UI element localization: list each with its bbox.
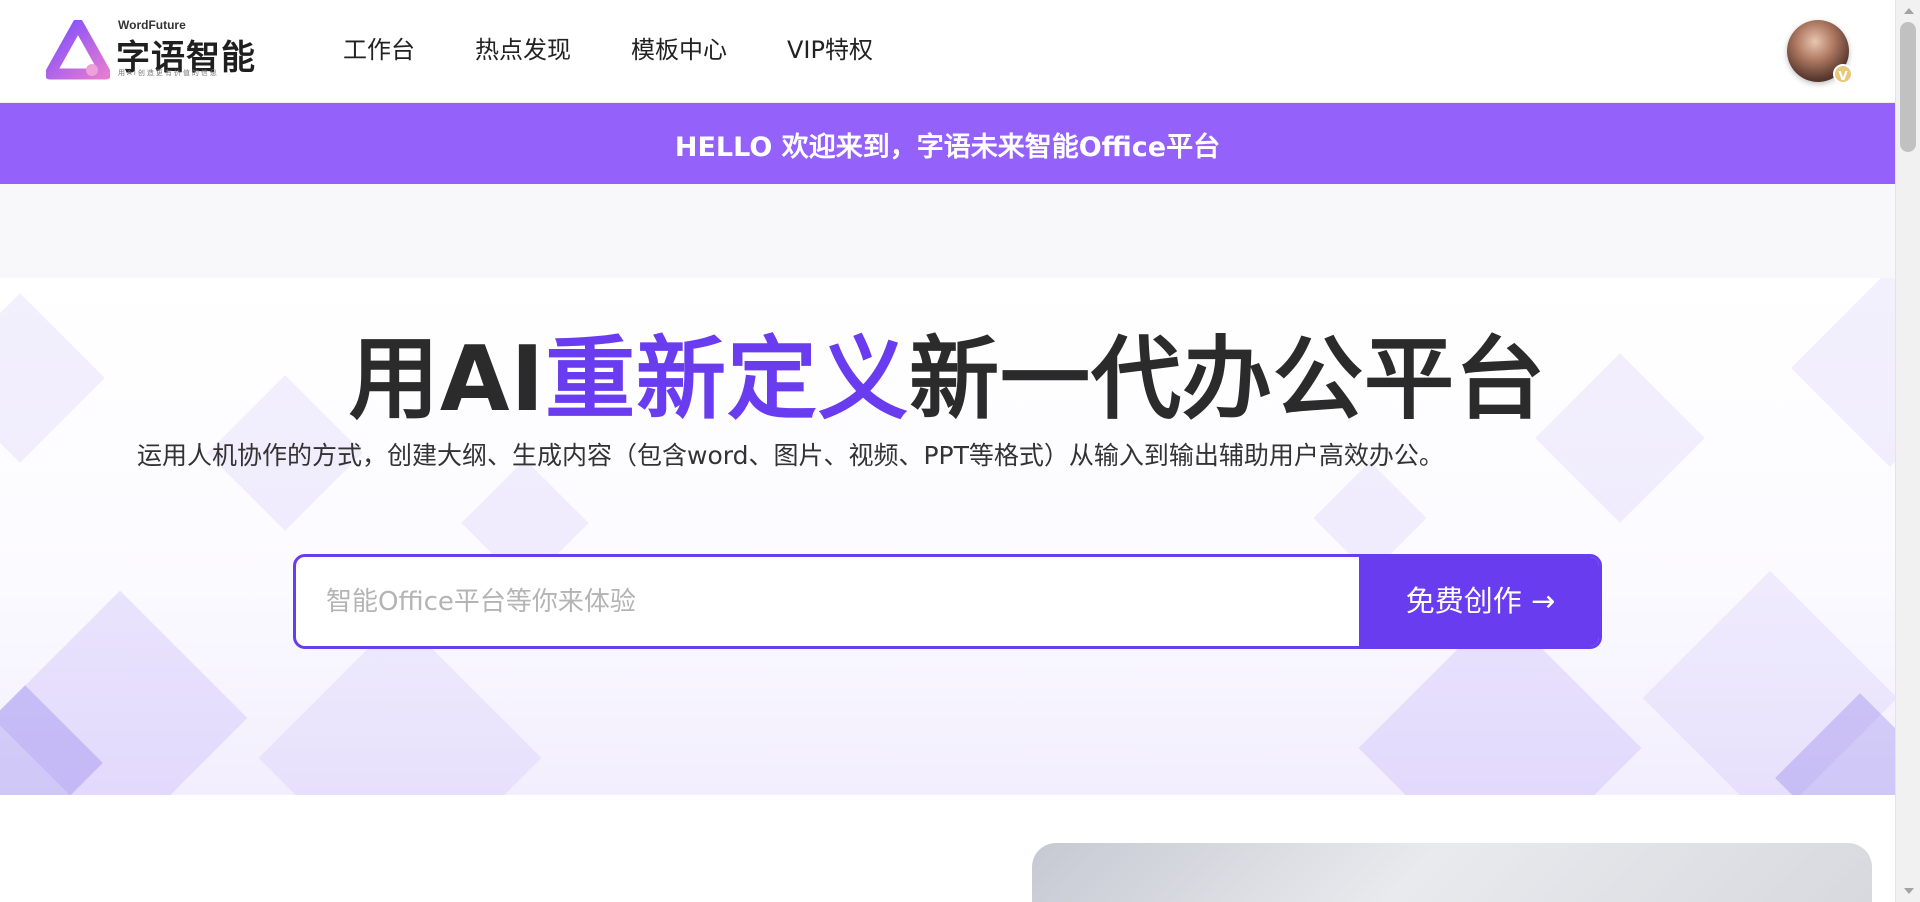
preview-card (1032, 843, 1872, 902)
headline-part-2: 新一代办公平台 (909, 327, 1547, 432)
headline-part-1: 用AI (348, 327, 546, 432)
main-menu: 工作台 热点发现 模板中心 VIP特权 (343, 34, 933, 66)
menu-item-template-center[interactable]: 模板中心 (631, 34, 727, 66)
hero-search-input[interactable] (296, 557, 1362, 646)
hero-spacer (0, 184, 1895, 278)
hero-headline: 用AI重新定义新一代办公平台 (0, 306, 1895, 436)
welcome-text: HELLO 欢迎来到，字语未来智能Office平台 (674, 132, 1221, 163)
page-scrollbar[interactable] (1895, 0, 1920, 902)
headline-highlight: 重新定义 (545, 327, 910, 432)
logo-triangle-icon (46, 20, 110, 80)
scroll-thumb[interactable] (1900, 22, 1916, 152)
scroll-up-icon[interactable] (1904, 8, 1914, 14)
hero-subtitle: 运用人机协作的方式，创建大纲、生成内容（包含word、图片、视频、PPT等格式）… (137, 441, 1444, 470)
hero-section: 用AI重新定义新一代办公平台 运用人机协作的方式，创建大纲、生成内容（包含wor… (0, 278, 1895, 795)
hero-search-box: 免费创作 → (293, 554, 1602, 649)
menu-item-hot-topics[interactable]: 热点发现 (475, 34, 571, 66)
user-avatar[interactable]: V (1787, 20, 1853, 84)
top-navbar: WordFuture 字语智能 用AI创造更有价值的信息 工作台 热点发现 模板… (0, 0, 1895, 103)
free-create-button[interactable]: 免费创作 → (1359, 557, 1599, 646)
brand-slogan: 用AI创造更有价值的信息 (118, 69, 219, 77)
menu-item-workbench[interactable]: 工作台 (343, 34, 415, 66)
brand-logo[interactable]: WordFuture 字语智能 用AI创造更有价值的信息 (46, 18, 266, 82)
scroll-down-icon[interactable] (1904, 888, 1914, 894)
vip-badge: V (1833, 64, 1853, 84)
welcome-banner: HELLO 欢迎来到，字语未来智能Office平台 (0, 103, 1895, 184)
menu-item-vip[interactable]: VIP特权 (787, 34, 873, 66)
